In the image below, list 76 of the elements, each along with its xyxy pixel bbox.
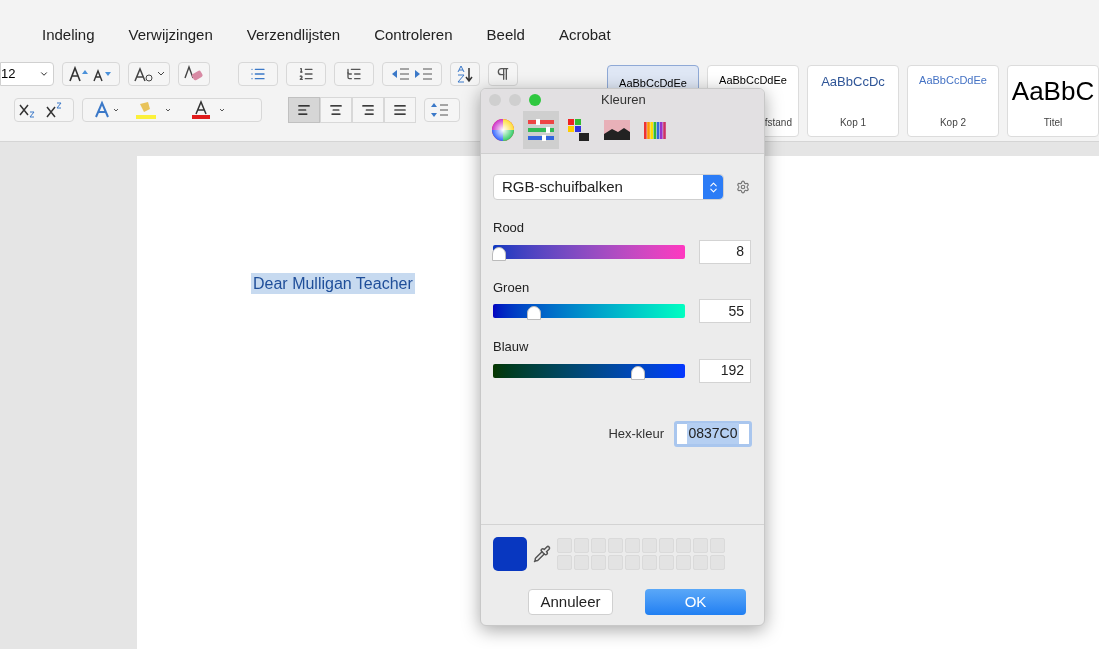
align-right-button[interactable] (352, 97, 384, 123)
current-color-swatch[interactable] (493, 537, 527, 571)
ribbon-tab[interactable]: Controleren (374, 23, 453, 46)
bulleted-list-icon (250, 66, 266, 82)
sliders-icon (528, 119, 554, 141)
ribbon-tab[interactable]: Verwijzingen (128, 23, 213, 46)
ribbon-tab[interactable]: Verzendlijsten (246, 23, 341, 46)
slider-label: Blauw (493, 338, 530, 356)
window-title: Kleuren (601, 91, 646, 110)
multilevel-list-button[interactable] (334, 62, 374, 86)
change-case-button[interactable] (128, 62, 170, 86)
settings-icon[interactable] (736, 180, 750, 194)
change-case-icon (134, 66, 164, 82)
sort-button[interactable] (450, 62, 480, 86)
hex-label: Hex-kleur (608, 424, 664, 443)
style-name: Kop 1 (839, 115, 867, 130)
style-gallery-item[interactable]: AaBbC Titel (1007, 64, 1099, 137)
justify-icon (393, 103, 407, 117)
align-center-button[interactable] (320, 97, 352, 123)
grow-font-button[interactable] (62, 62, 120, 86)
color-wheel-icon (491, 118, 515, 142)
cancel-button[interactable]: Annuleer (528, 589, 613, 615)
pencils-icon (643, 119, 667, 141)
style-name: Kop 2 (939, 115, 967, 130)
chevron-down-icon (39, 69, 49, 79)
show-formatting-button[interactable] (488, 62, 518, 86)
font-grow-shrink-icon (69, 66, 113, 82)
value-field[interactable]: 55 (699, 299, 751, 323)
ribbon-tab[interactable]: Indeling (42, 23, 95, 46)
sort-icon (456, 65, 474, 83)
style-gallery-item[interactable]: AaBbCcDc Kop 1 (807, 64, 899, 137)
mode-dropdown[interactable]: RGB-schuifbalken (493, 174, 724, 200)
style-name: fstand (764, 115, 793, 130)
color-slider-track[interactable] (493, 363, 685, 378)
align-right-icon (361, 103, 375, 117)
landscape-image-icon (604, 120, 630, 140)
font-size-dropdown[interactable]: 12 (0, 62, 54, 86)
style-name: Titel (1043, 115, 1063, 130)
slider-thumb[interactable] (527, 306, 542, 320)
slider-thumb[interactable] (491, 246, 506, 261)
style-preview: AaBbCcDc (821, 72, 885, 91)
style-preview: AaBbCcDdEe (919, 72, 987, 88)
color-slider-track[interactable] (493, 244, 685, 259)
subscript-button[interactable] (14, 98, 74, 122)
eyedropper-icon[interactable] (533, 545, 551, 563)
text-effects-button[interactable] (82, 98, 262, 122)
pilcrow-icon (495, 66, 511, 82)
eraser-icon (184, 65, 204, 83)
palette-grid-icon (567, 118, 591, 142)
slider-label: Groen (493, 278, 531, 297)
color-mode-tab[interactable] (523, 111, 559, 149)
justify-button[interactable] (384, 97, 416, 123)
align-left-icon (297, 103, 311, 117)
color-slider-track[interactable] (493, 304, 685, 318)
line-spacing-button[interactable] (424, 98, 460, 122)
value-field[interactable]: 8 (699, 239, 751, 264)
style-preview: AaBbCcDdEe (619, 75, 687, 91)
numbered-list-icon (298, 66, 314, 82)
hex-field[interactable]: 0837C0 (674, 420, 752, 447)
style-preview: AaBbC (1011, 74, 1095, 108)
ribbon-tab[interactable]: Beeld (486, 23, 525, 46)
style-gallery-item[interactable]: AaBbCcDdEe Kop 2 (907, 64, 999, 137)
indent-button[interactable] (382, 62, 442, 86)
align-left-button[interactable] (288, 97, 320, 123)
slider-label: Rood (493, 219, 526, 237)
numbering-button[interactable] (286, 62, 326, 86)
clear-formatting-button[interactable] (178, 62, 210, 86)
bullets-button[interactable] (238, 62, 278, 86)
document-text: Dear Mulligan Teacher (251, 273, 415, 294)
indent-icon (391, 67, 433, 81)
value-field[interactable]: 192 (699, 358, 751, 383)
align-center-icon (329, 103, 343, 117)
multilevel-list-icon (346, 66, 362, 82)
ribbon-tab[interactable]: Acrobat (558, 23, 611, 46)
slider-thumb[interactable] (630, 365, 645, 380)
style-preview: AaBbCcDdEe (719, 72, 787, 88)
